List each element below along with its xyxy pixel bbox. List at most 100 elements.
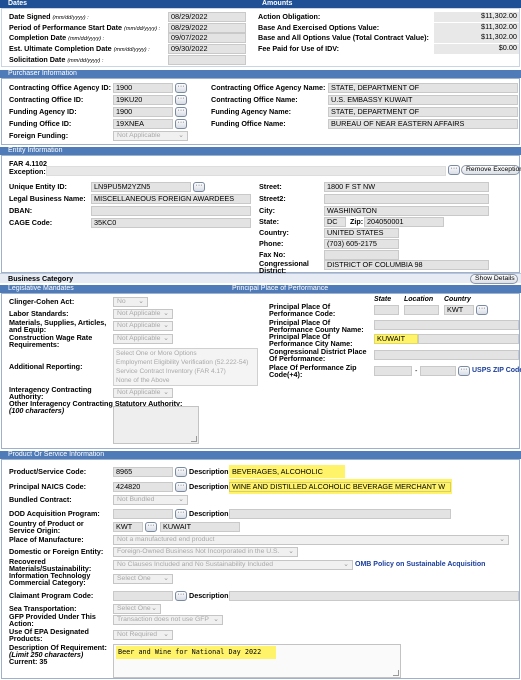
pop-country-field[interactable]: KWT [444,305,474,315]
pop-header-label: Principal Place of Performance [232,285,329,292]
epa-select[interactable]: Not Required ⌄ [113,630,173,640]
pop-zip4-field[interactable] [420,366,456,376]
dod-desc-field [229,509,451,519]
manufacture-label: Place of Manufacture: [9,535,84,544]
dod-field[interactable] [113,509,173,519]
dban-field [91,206,251,216]
amounts-header-label: Amounts [262,0,293,7]
additional-option[interactable]: Select One or More Options [116,349,257,358]
contracting-agency-lookup-icon[interactable]: ··· [175,83,187,93]
pop-county-label: Principal Place Of Performance County Na… [269,318,364,334]
clinger-select[interactable]: No ⌄ [113,297,148,307]
show-details-button[interactable]: Show Details [470,274,518,284]
exception-lookup-icon[interactable]: ··· [448,165,460,175]
psc-lookup-icon[interactable]: ··· [175,467,187,477]
solicitation-date-field[interactable] [168,55,246,65]
legal-name-label: Legal Business Name: [9,194,86,203]
other-authority-limit: (100 characters) [9,406,65,415]
completion-date-field[interactable]: 09/07/2022 [168,33,246,43]
resize-grip-icon[interactable] [191,436,197,442]
requirement-current-count: Current: 35 [9,657,48,666]
interagency-select[interactable]: Not Applicable ⌄ [113,388,173,398]
claimant-field[interactable] [113,591,173,601]
pop-district-label: Congressional District Place Of Performa… [269,347,367,363]
uei-lookup-icon[interactable]: ··· [193,182,205,192]
naics-lookup-icon[interactable]: ··· [175,482,187,492]
contracting-agency-name-label: Contracting Office Agency Name: [211,83,326,92]
pop-district-field [374,350,519,360]
additional-option[interactable]: Service Contract Inventory (FAR 4.17) [116,367,257,376]
materials-select[interactable]: Not Applicable ⌄ [113,321,173,331]
phone-label: Phone: [259,239,284,248]
contracting-office-lookup-icon[interactable]: ··· [175,95,187,105]
pop-zip-label: Place Of Performance Zip Code(+4): [269,363,357,379]
claimant-lookup-icon[interactable]: ··· [175,591,187,601]
pop-state-field[interactable] [374,305,399,315]
domestic-select[interactable]: Foreign-Owned Business Not Incorporated … [113,547,298,557]
additional-option[interactable]: None of the Above [116,376,257,385]
country-field: UNITED STATES [324,228,399,238]
base-all-options-label: Base and All Options Value (Total Contra… [258,33,429,42]
country-label: Country: [259,228,289,237]
action-obligation-label: Action Obligation: [258,12,321,21]
uei-label: Unique Entity ID: [9,182,67,191]
interagency-label: Interagency Contracting Authority: [9,385,92,401]
est-completion-field[interactable]: 09/30/2022 [168,44,246,54]
construction-select[interactable]: Not Applicable ⌄ [113,334,173,344]
contracting-office-name-label: Contracting Office Name: [211,95,298,104]
additional-reporting-multiselect[interactable]: Select One or More Options Employment El… [113,348,258,386]
additional-reporting-label: Additional Reporting: [9,362,83,371]
uei-field[interactable]: LN9PU5M2YZN5 [91,182,191,192]
naics-field[interactable]: 424820 [113,482,173,492]
funding-agency-id-field[interactable]: 1900 [113,107,173,117]
chevron-down-icon: ⌄ [343,561,349,568]
foreign-funding-select[interactable]: Not Applicable ⌄ [113,131,188,141]
chevron-down-icon: ⌄ [151,605,157,612]
pop-city-label: Principal Place Of Performance City Name… [269,332,353,348]
domestic-label: Domestic or Foreign Entity: [9,547,104,556]
pop-location-field[interactable] [404,305,439,315]
cage-label: CAGE Code: [9,218,53,227]
sea-select[interactable]: Select One ⌄ [113,604,161,614]
recovered-select[interactable]: No Clauses Included and No Sustainabilit… [113,560,353,570]
street-label: Street: [259,182,282,191]
additional-option[interactable]: Employment Eligibility Verification (52.… [116,358,257,367]
origin-code-field[interactable]: KWT [113,522,143,532]
fee-paid-label: Fee Paid for Use of IDV: [258,44,340,53]
usps-zip-link[interactable]: USPS ZIP Code [472,367,521,375]
resize-grip-icon[interactable] [393,670,399,676]
dates-header-label: Dates [8,0,28,7]
requirement-textarea[interactable]: Beer and Wine for National Day 2022 [113,644,401,678]
dates-amounts-section: Date Signed (mm/dd/yyyy) : 08/29/2022 Pe… [1,8,520,67]
pop-zip-lookup-icon[interactable]: ··· [458,366,470,376]
bundled-select[interactable]: Not Bundled ⌄ [113,495,188,505]
district-field: DISTRICT OF COLUMBIA 98 [324,260,489,270]
entity-section: FAR 4.1102 Exception: ··· Remove Excepti… [1,155,521,274]
it-category-select[interactable]: Select One ⌄ [113,574,173,584]
funding-agency-lookup-icon[interactable]: ··· [175,107,187,117]
funding-office-lookup-icon[interactable]: ··· [175,119,187,129]
remove-exception-button[interactable]: Remove Exception [461,165,521,175]
psc-field[interactable]: 8965 [113,467,173,477]
pop-zip-field[interactable] [374,366,412,376]
pop-code-label: Principal Place Of Performance Code: [269,302,336,318]
chevron-down-icon: ⌄ [163,631,169,638]
date-signed-field[interactable]: 08/29/2022 [168,12,246,22]
pop-start-field[interactable]: 08/29/2022 [168,23,246,33]
pop-lookup-icon[interactable]: ··· [476,305,488,315]
contracting-agency-id-field[interactable]: 1900 [113,83,173,93]
epa-label: Use Of EPA Designated Products: [9,627,89,643]
contracting-office-id-field[interactable]: 19KU20 [113,95,173,105]
other-authority-textarea[interactable] [113,406,199,444]
zip-label: Zip: [350,217,364,226]
omb-policy-link[interactable]: OMB Policy on Sustainable Acquisition [355,561,485,569]
fee-paid-value: $0.00 [434,44,519,54]
gfp-select[interactable]: Transaction does not use GFP ⌄ [113,615,223,625]
it-category-label: Information Technology Commercial Catego… [9,571,91,587]
dod-lookup-icon[interactable]: ··· [175,509,187,519]
chevron-down-icon: ⌄ [213,616,219,623]
origin-lookup-icon[interactable]: ··· [145,522,157,532]
labor-select[interactable]: Not Applicable ⌄ [113,309,173,319]
funding-office-id-field[interactable]: 19XNEA [113,119,173,129]
manufacture-select[interactable]: Not a manufactured end product ⌄ [113,535,509,545]
